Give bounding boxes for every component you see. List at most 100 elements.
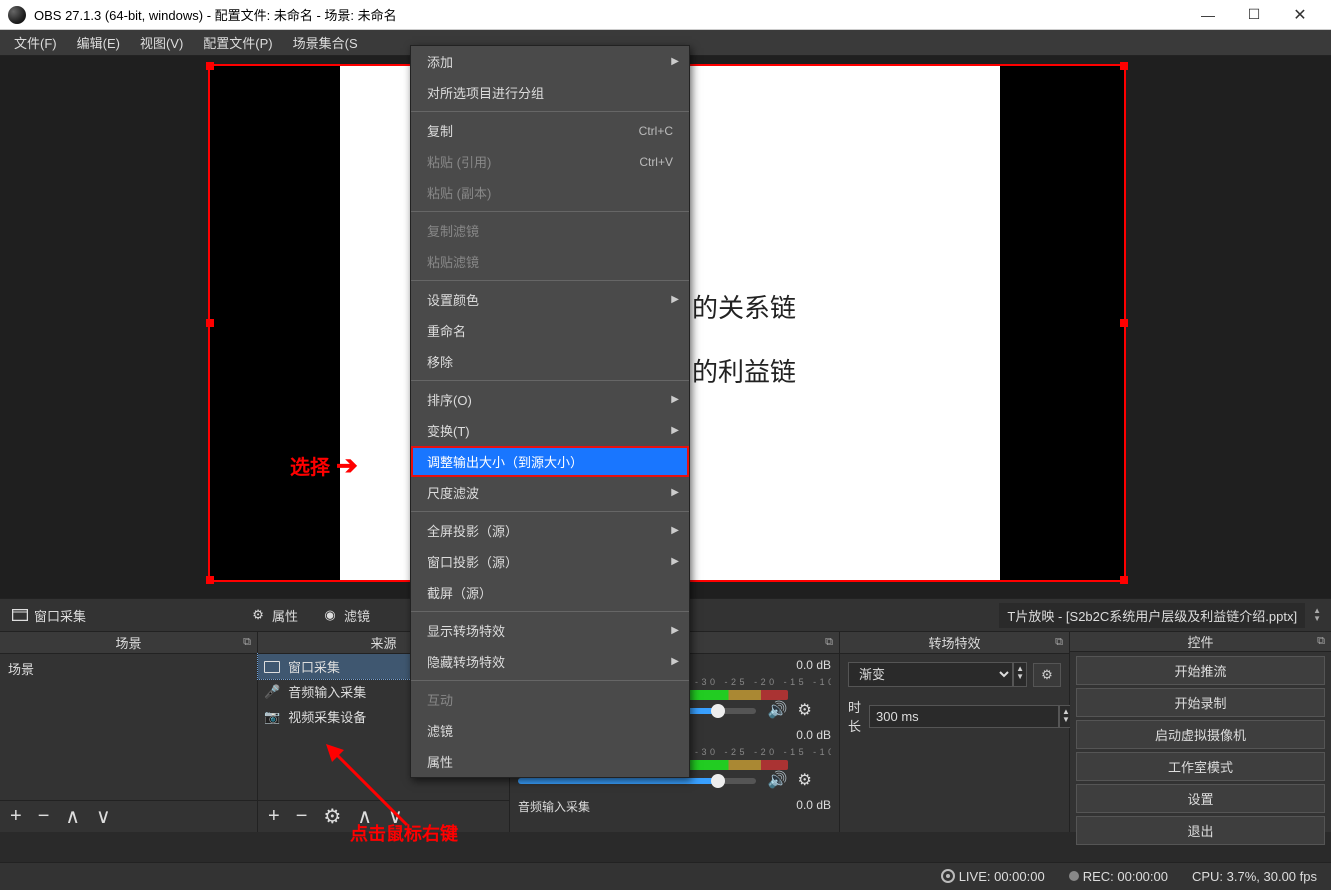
ctx-paste-ref: 粘贴 (引用)Ctrl+V [411, 146, 689, 177]
ctx-properties[interactable]: 属性 [411, 746, 689, 777]
ctx-copy-filters: 复制滤镜 [411, 215, 689, 246]
transitions-dock-header: 转场特效 ⧉ [840, 632, 1069, 654]
scenes-dock: 场景 ⧉ 场景 + − ∧ ∨ [0, 632, 258, 832]
minimize-button[interactable]: — [1185, 0, 1231, 30]
ctx-remove[interactable]: 移除 [411, 346, 689, 377]
chevron-right-icon: ▶ [671, 425, 679, 436]
separator [411, 611, 689, 612]
ctx-rename[interactable]: 重命名 [411, 315, 689, 346]
menu-file[interactable]: 文件(F) [4, 29, 67, 56]
ctx-order[interactable]: 排序(O)▶ [411, 384, 689, 415]
window-titlebar: OBS 27.1.3 (64-bit, windows) - 配置文件: 未命名… [0, 0, 1331, 30]
resize-handle[interactable] [1120, 62, 1128, 70]
chevron-right-icon: ▶ [671, 394, 679, 405]
add-button[interactable]: + [268, 805, 280, 828]
ctx-hide-transition[interactable]: 隐藏转场特效▶ [411, 646, 689, 677]
camera-icon: 📷 [264, 709, 280, 725]
resize-handle[interactable] [206, 62, 214, 70]
mixer-channel-audio-in: 音频输入采集0.0 dB [510, 794, 839, 819]
menu-view[interactable]: 视图(V) [130, 29, 193, 56]
source-properties-button[interactable]: ⚙ 属性 [238, 606, 310, 625]
window-icon [12, 607, 28, 623]
gear-icon[interactable]: ⚙ [798, 770, 812, 790]
window-select-field[interactable]: T片放映 - [S2b2C系统用户层级及利益链介绍.pptx] [999, 603, 1305, 628]
ctx-transform[interactable]: 变换(T)▶ [411, 415, 689, 446]
move-down-button[interactable]: ∨ [96, 804, 111, 829]
remove-button[interactable]: − [38, 805, 50, 828]
source-type-label: 窗口采集 [0, 606, 98, 625]
separator [411, 211, 689, 212]
transition-select[interactable]: 渐变 [848, 662, 1013, 687]
slide-text-line2: 用户的利益链 [640, 340, 1000, 404]
popout-icon[interactable]: ⧉ [825, 636, 833, 649]
maximize-button[interactable]: ☐ [1231, 0, 1277, 30]
speaker-icon[interactable]: 🔊 [768, 770, 788, 790]
popout-icon[interactable]: ⧉ [243, 636, 251, 649]
gear-icon[interactable]: ⚙ [798, 700, 812, 720]
chevron-right-icon: ▶ [671, 625, 679, 636]
studio-mode-button[interactable]: 工作室模式 [1076, 752, 1325, 781]
scene-item[interactable]: 场景 [0, 656, 257, 681]
duration-input[interactable] [869, 705, 1059, 728]
chevron-right-icon: ▶ [671, 525, 679, 536]
ctx-interact: 互动 [411, 684, 689, 715]
controls-dock-header: 控件 ⧉ [1070, 632, 1331, 652]
speaker-icon[interactable]: 🔊 [768, 700, 788, 720]
source-settings-button[interactable]: ⚙ [323, 804, 341, 829]
record-dot-icon [1069, 871, 1079, 881]
chevron-right-icon: ▶ [671, 656, 679, 667]
ctx-window-projector[interactable]: 窗口投影（源）▶ [411, 546, 689, 577]
ctx-paste-dup: 粘贴 (副本) [411, 177, 689, 208]
popout-icon[interactable]: ⧉ [1317, 635, 1325, 648]
ctx-copy[interactable]: 复制Ctrl+C [411, 115, 689, 146]
add-button[interactable]: + [10, 805, 22, 828]
ctx-set-color[interactable]: 设置颜色▶ [411, 284, 689, 315]
resize-handle[interactable] [206, 319, 214, 327]
exit-button[interactable]: 退出 [1076, 816, 1325, 845]
resize-handle[interactable] [1120, 576, 1128, 584]
ctx-filters[interactable]: 滤镜 [411, 715, 689, 746]
source-filters-button[interactable]: ◉ 滤镜 [310, 606, 382, 625]
ctx-fullscreen-projector[interactable]: 全屏投影（源）▶ [411, 515, 689, 546]
start-streaming-button[interactable]: 开始推流 [1076, 656, 1325, 685]
mic-icon: 🎤 [264, 684, 280, 700]
start-virtualcam-button[interactable]: 启动虚拟摄像机 [1076, 720, 1325, 749]
chevron-right-icon: ▶ [671, 56, 679, 67]
remove-button[interactable]: − [296, 805, 308, 828]
ctx-show-transition[interactable]: 显示转场特效▶ [411, 615, 689, 646]
ctx-paste-filters: 粘贴滤镜 [411, 246, 689, 277]
annotation-choose: 选择 ➔ [290, 450, 358, 481]
resize-handle[interactable] [206, 576, 214, 584]
resize-handle[interactable] [1120, 319, 1128, 327]
move-up-button[interactable]: ∧ [65, 804, 80, 829]
ctx-screenshot[interactable]: 截屏（源） [411, 577, 689, 608]
transition-settings-button[interactable]: ⚙ [1033, 663, 1061, 687]
chevron-right-icon: ▶ [671, 556, 679, 567]
stepper-icon[interactable]: ▲▼ [1013, 662, 1027, 687]
filters-icon: ◉ [322, 607, 338, 623]
annotation-rightclick: 点击鼠标右键 [350, 820, 458, 846]
close-button[interactable]: ✕ [1277, 0, 1323, 30]
ctx-scale-filter[interactable]: 尺度滤波▶ [411, 477, 689, 508]
ctx-resize-output[interactable]: 调整输出大小（到源大小） [411, 446, 689, 477]
arrow-right-icon: ➔ [336, 450, 358, 481]
menu-profile[interactable]: 配置文件(P) [193, 29, 282, 56]
stepper-icon[interactable]: ▲▼ [1313, 607, 1321, 623]
menu-edit[interactable]: 编辑(E) [67, 29, 130, 56]
chevron-right-icon: ▶ [671, 487, 679, 498]
settings-button[interactable]: 设置 [1076, 784, 1325, 813]
window-title: OBS 27.1.3 (64-bit, windows) - 配置文件: 未命名… [34, 5, 397, 24]
popout-icon[interactable]: ⧉ [1055, 636, 1063, 649]
volume-slider[interactable] [518, 778, 756, 784]
window-icon [264, 661, 280, 673]
scenes-dock-header: 场景 ⧉ [0, 632, 257, 654]
transitions-dock: 转场特效 ⧉ 渐变 ▲▼ ⚙ 时长 ▲▼ [840, 632, 1070, 832]
start-recording-button[interactable]: 开始录制 [1076, 688, 1325, 717]
chevron-right-icon: ▶ [671, 294, 679, 305]
status-bar: LIVE: 00:00:00 REC: 00:00:00 CPU: 3.7%, … [0, 862, 1331, 890]
menu-scene-collection[interactable]: 场景集合(S [283, 29, 383, 56]
ctx-add[interactable]: 添加▶ [411, 46, 689, 77]
scenes-list[interactable]: 场景 [0, 654, 257, 800]
stream-status: LIVE: 00:00:00 [941, 869, 1045, 884]
ctx-group[interactable]: 对所选项目进行分组 [411, 77, 689, 108]
